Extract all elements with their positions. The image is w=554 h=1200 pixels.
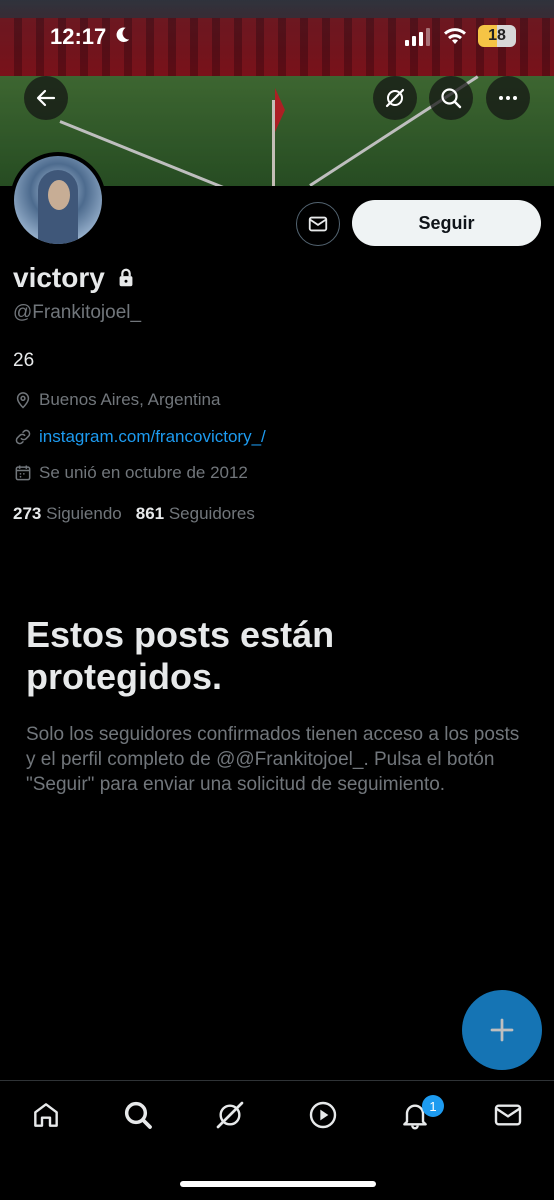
followers-link[interactable]: 861 Seguidores [136, 504, 255, 524]
more-icon [499, 96, 517, 100]
lock-icon [119, 268, 133, 287]
profile-handle: @Frankitojoel_ [13, 302, 142, 323]
profile-name: victory [13, 262, 105, 293]
profile-bio: 26 [13, 350, 35, 371]
arrow-left-icon [36, 89, 56, 107]
more-options-button[interactable] [486, 76, 530, 120]
signal-icon [405, 28, 430, 46]
link-icon [15, 429, 31, 445]
nav-search[interactable] [120, 1097, 156, 1133]
moon-icon [116, 27, 130, 42]
message-button[interactable] [296, 202, 340, 246]
protected-title: Estos posts están protegidos. [26, 614, 335, 697]
avatar[interactable] [10, 152, 106, 248]
home-indicator [180, 1181, 376, 1187]
plus-icon [490, 1018, 514, 1042]
nav-messages[interactable] [490, 1097, 526, 1133]
notification-badge: 1 [422, 1095, 444, 1117]
battery-indicator: 18 [478, 25, 516, 47]
envelope-icon [308, 216, 328, 232]
location-pin-icon [16, 392, 30, 409]
envelope-icon [494, 1104, 522, 1126]
grok-icon [216, 1101, 244, 1129]
follow-stats: 273 Siguiendo 861 Seguidores [13, 504, 255, 524]
following-link[interactable]: 273 Siguiendo [13, 504, 122, 524]
search-icon [124, 1101, 152, 1129]
protected-description: Solo los seguidores confirmados tienen a… [26, 724, 520, 795]
nav-videos[interactable] [305, 1097, 341, 1133]
nav-home[interactable] [28, 1097, 64, 1133]
search-button[interactable] [429, 76, 473, 120]
play-icon [309, 1101, 337, 1129]
profile-website-link[interactable]: instagram.com/francovictory_/ [13, 427, 266, 447]
status-bar: 12:17 18 [0, 22, 554, 52]
profile-joined-date: Se unió en octubre de 2012 [13, 463, 248, 483]
back-button[interactable] [24, 76, 68, 120]
calendar-icon [15, 465, 31, 481]
follow-button[interactable]: Seguir [352, 200, 541, 246]
status-time: 12:17 [50, 24, 107, 49]
grok-icon [385, 88, 405, 108]
grok-button[interactable] [373, 76, 417, 120]
profile-location: Buenos Aires, Argentina [13, 390, 220, 410]
nav-grok[interactable] [212, 1097, 248, 1133]
home-icon [34, 1103, 58, 1127]
search-icon [441, 88, 462, 109]
compose-post-button[interactable] [462, 990, 542, 1070]
profile-name-row: victory [13, 262, 137, 294]
wifi-icon [444, 28, 466, 44]
